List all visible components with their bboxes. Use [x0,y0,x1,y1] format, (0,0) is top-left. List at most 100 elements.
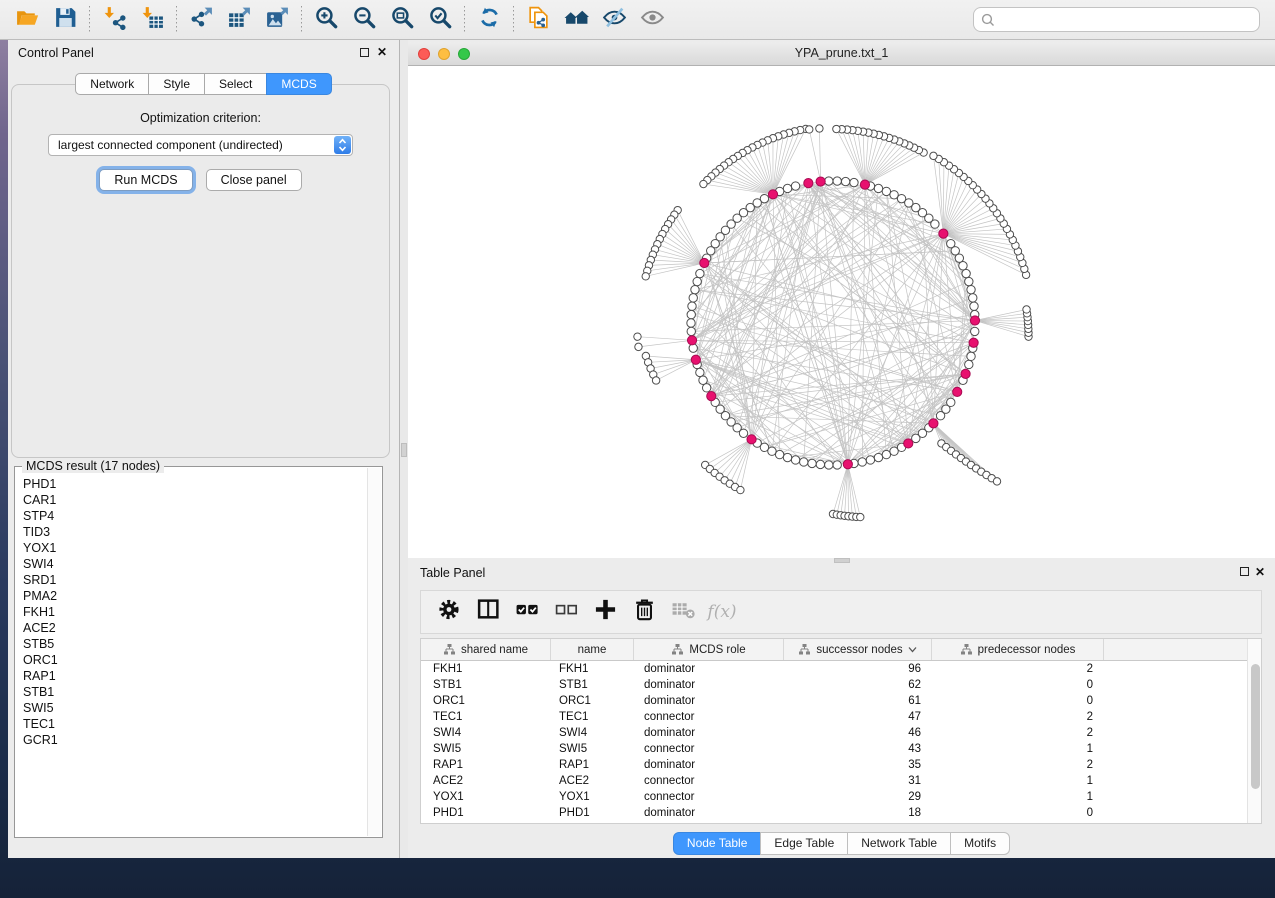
export-network-button[interactable] [182,5,220,35]
deselect-all-button[interactable] [554,600,578,624]
mcds-result-item[interactable]: SWI4 [16,556,368,572]
table-row[interactable]: ACE2ACE2connector311 [421,773,1261,789]
delete-column-icon [632,597,657,627]
mcds-result-item[interactable]: CAR1 [16,492,368,508]
network-window-title: YPA_prune.txt_1 [408,42,1275,65]
mcds-result-item[interactable]: ACE2 [16,620,368,636]
home-view-button[interactable] [557,5,595,35]
table-cell: 29 [784,789,932,805]
column-header-name[interactable]: name [551,639,634,660]
mcds-result-list: PHD1CAR1STP4TID3YOX1SWI4SRD1PMA2FKH1ACE2… [16,476,368,836]
duplicate-network-icon [526,5,551,35]
table-row[interactable]: RAP1RAP1dominator352 [421,757,1261,773]
table-cell: SWI4 [551,725,634,741]
close-panel-button[interactable]: Close panel [206,169,302,191]
zoom-fit-content-button[interactable] [383,5,421,35]
column-header-successor-nodes[interactable]: successor nodes [784,639,932,660]
function-builder-button[interactable]: f(x) [710,600,734,624]
hide-selected-button[interactable] [595,5,633,35]
export-image-button[interactable] [258,5,296,35]
import-table-button[interactable] [133,5,171,35]
zoom-out-button[interactable] [345,5,383,35]
table-cell: SWI5 [551,741,634,757]
mcds-result-item[interactable]: SWI5 [16,700,368,716]
show-all-button[interactable] [633,5,671,35]
column-header-MCDS-role[interactable]: MCDS role [634,639,784,660]
table-row[interactable]: STB1STB1dominator620 [421,677,1261,693]
table-panel-header: Table Panel ✕ [408,558,1275,586]
mcds-result-item[interactable]: GCR1 [16,732,368,748]
column-header-label: successor nodes [816,644,902,656]
table-row[interactable]: FKH1FKH1dominator962 [421,661,1261,677]
mcds-result-item[interactable]: PMA2 [16,588,368,604]
save-session-button[interactable] [46,5,84,35]
table-row[interactable]: ORC1ORC1dominator610 [421,693,1261,709]
search-field[interactable] [973,7,1260,32]
table-row[interactable]: TEC1TEC1connector472 [421,709,1261,725]
table-row[interactable]: SWI4SWI4dominator462 [421,725,1261,741]
column-header-shared-name[interactable]: shared name [421,639,551,660]
toolbar-separator [464,6,465,34]
window-close-icon[interactable] [418,48,430,60]
table-row[interactable]: SWI5SWI5connector431 [421,741,1261,757]
tab-node-table[interactable]: Node Table [673,832,762,855]
zoom-selected-button[interactable] [421,5,459,35]
import-network-button[interactable] [95,5,133,35]
mcds-result-item[interactable]: YOX1 [16,540,368,556]
optimization-criterion-select[interactable]: largest connected component (undirected) [48,134,353,156]
mcds-result-item[interactable]: STB1 [16,684,368,700]
delete-table-button[interactable] [671,600,695,624]
mcds-result-item[interactable]: RAP1 [16,668,368,684]
select-all-button[interactable] [515,600,539,624]
table-cell: YOX1 [421,789,551,805]
window-zoom-icon[interactable] [458,48,470,60]
mcds-result-item[interactable]: STB5 [16,636,368,652]
mcds-result-scrollbar[interactable] [367,468,381,836]
table-row[interactable]: YOX1YOX1connector291 [421,789,1261,805]
search-input[interactable] [999,9,1259,31]
network-window-titlebar[interactable]: YPA_prune.txt_1 [408,42,1275,66]
run-mcds-button[interactable]: Run MCDS [99,169,192,191]
mcds-result-item[interactable]: SRD1 [16,572,368,588]
float-panel-icon[interactable] [360,48,369,57]
tab-motifs[interactable]: Motifs [950,832,1010,855]
duplicate-network-button[interactable] [519,5,557,35]
table-row[interactable]: PHD1PHD1dominator180 [421,805,1261,821]
network-canvas[interactable] [408,66,1275,559]
mcds-result-item[interactable]: TID3 [16,524,368,540]
column-header-label: shared name [461,644,528,656]
tab-mcds[interactable]: MCDS [266,73,331,95]
tab-select[interactable]: Select [204,73,267,95]
float-table-panel-icon[interactable] [1240,567,1249,576]
close-table-panel-icon[interactable]: ✕ [1255,566,1265,579]
table-cell: 47 [784,709,932,725]
tab-network-table[interactable]: Network Table [847,832,951,855]
table-scrollbar-thumb[interactable] [1251,664,1260,789]
mcds-result-item[interactable]: PHD1 [16,476,368,492]
export-table-button[interactable] [220,5,258,35]
table-scrollbar[interactable] [1247,639,1261,823]
table-mode-icon [437,597,462,627]
mcds-result-item[interactable]: FKH1 [16,604,368,620]
mcds-result-item[interactable]: STP4 [16,508,368,524]
open-session-button[interactable] [8,5,46,35]
tab-style[interactable]: Style [148,73,205,95]
delete-column-button[interactable] [632,600,656,624]
window-minimize-icon[interactable] [438,48,450,60]
tab-edge-table[interactable]: Edge Table [760,832,848,855]
mcds-result-item[interactable]: ORC1 [16,652,368,668]
tab-network[interactable]: Network [75,73,149,95]
table-cell: YOX1 [551,789,634,805]
close-panel-icon[interactable]: ✕ [377,46,387,59]
zoom-in-button[interactable] [307,5,345,35]
mcds-result-item[interactable]: TEC1 [16,716,368,732]
table-cell: 1 [932,789,1104,805]
refresh-button[interactable] [470,5,508,35]
table-cell: RAP1 [421,757,551,773]
show-columns-button[interactable] [476,600,500,624]
splitter-handle[interactable] [401,443,407,457]
column-header-predecessor-nodes[interactable]: predecessor nodes [932,639,1104,660]
add-column-button[interactable] [593,600,617,624]
table-mode-button[interactable] [437,600,461,624]
vertical-splitter[interactable] [400,40,408,858]
